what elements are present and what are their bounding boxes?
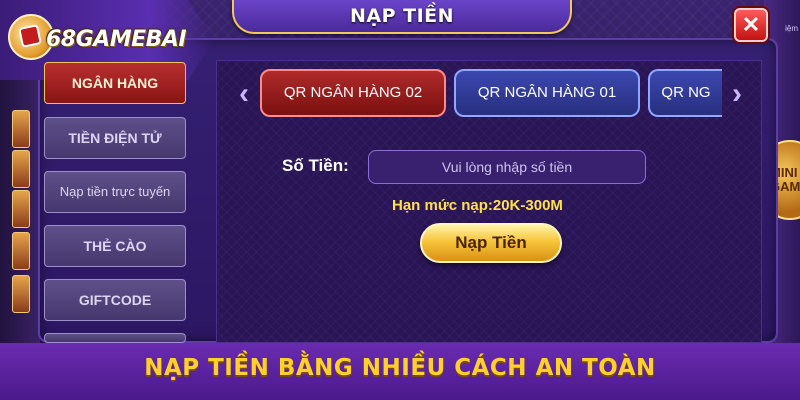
amount-label: Số Tiền: — [282, 156, 349, 175]
top-right-label: iệm — [785, 24, 798, 33]
sidebar-item-scratch-card[interactable]: THẺ CÀO — [44, 225, 186, 267]
sidebar-item-giftcode[interactable]: GIFTCODE — [44, 279, 186, 321]
sidebar-item-crypto[interactable]: TIỀN ĐIỆN TỬ — [44, 117, 186, 159]
chevron-left-icon[interactable]: ‹ — [235, 79, 253, 110]
deposit-button[interactable]: Nạp Tiền — [420, 223, 562, 263]
tab-qr-bank-01[interactable]: QR NGÂN HÀNG 01 — [454, 69, 640, 117]
caption-text: NẠP TIỀN BẰNG NHIỀU CÁCH AN TOÀN — [144, 355, 656, 381]
dialog-title: NẠP TIỀN — [349, 5, 455, 27]
close-button[interactable]: ✕ — [734, 8, 768, 42]
sidebar-item-online-deposit[interactable]: Nạp tiền trực tuyến — [44, 171, 186, 213]
tab-qr-bank-02[interactable]: QR NGÂN HÀNG 02 — [260, 69, 446, 117]
game-thumbnail[interactable] — [12, 190, 30, 228]
caption-banner: NẠP TIỀN BẰNG NHIỀU CÁCH AN TOÀN — [0, 343, 800, 400]
sidebar-item-more[interactable] — [44, 333, 186, 343]
amount-input[interactable] — [368, 150, 646, 184]
logo-text: 68GAMEBAI — [46, 27, 187, 52]
game-thumbnail[interactable] — [12, 150, 30, 188]
game-thumbnail[interactable] — [12, 275, 30, 313]
game-thumbnail[interactable] — [12, 232, 30, 270]
tab-qr-bank-partial[interactable]: QR NG — [648, 69, 722, 117]
dice-icon — [18, 24, 42, 48]
deposit-limit-text: Hạn mức nạp:20K-300M — [392, 197, 563, 214]
game-thumbnail[interactable] — [12, 110, 30, 148]
chevron-right-icon[interactable]: › — [728, 79, 746, 110]
sidebar-item-bank[interactable]: NGÂN HÀNG — [44, 62, 186, 104]
dialog-title-banner: NẠP TIỀN — [232, 0, 572, 34]
